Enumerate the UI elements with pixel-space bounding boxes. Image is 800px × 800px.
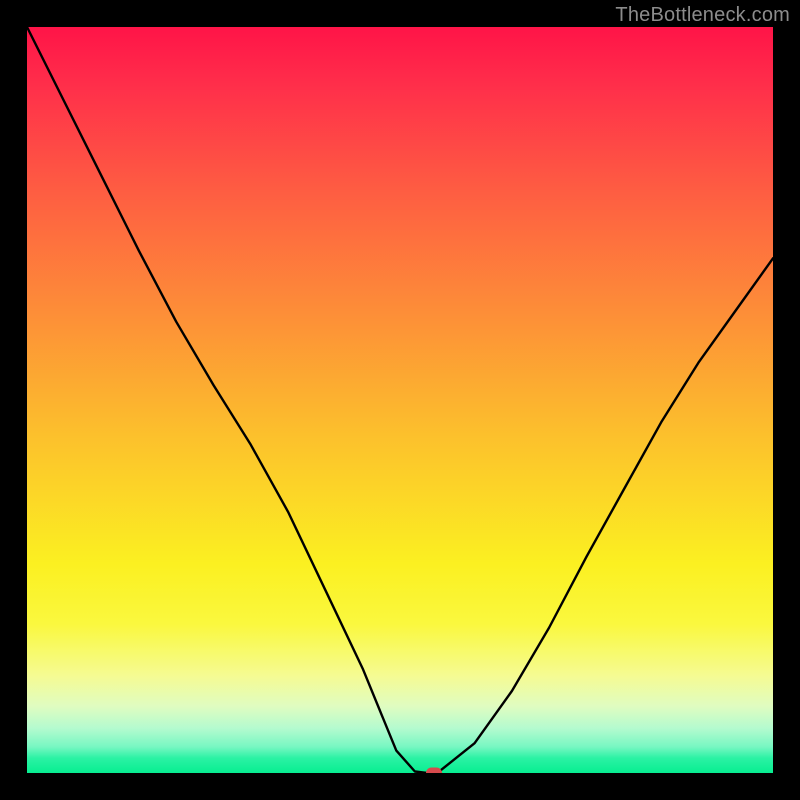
watermark: TheBottleneck.com — [615, 4, 790, 27]
plot-area — [27, 27, 773, 773]
bottleneck-curve — [27, 27, 773, 773]
optimum-marker — [426, 768, 442, 774]
bottleneck-chart: TheBottleneck.com — [0, 0, 800, 800]
curve-svg — [27, 27, 773, 773]
